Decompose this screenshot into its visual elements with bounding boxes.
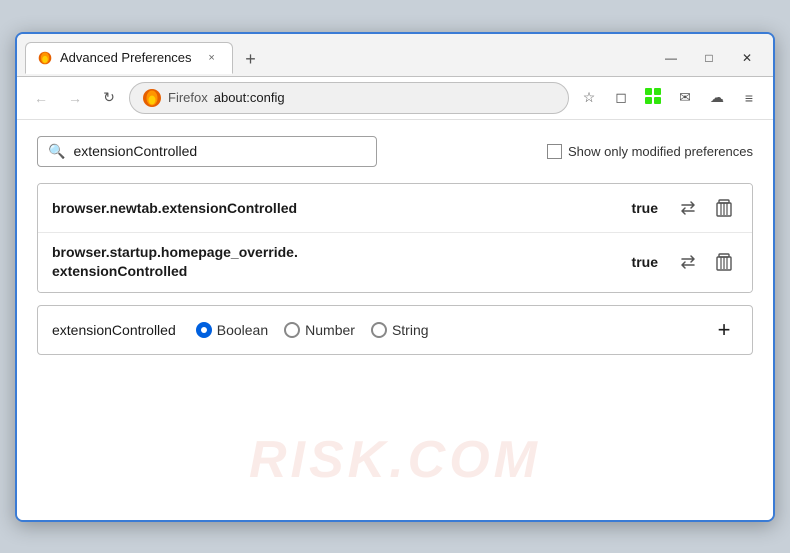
forward-button[interactable]: → — [61, 84, 89, 112]
pref-value-1: true — [632, 200, 658, 216]
number-label: Number — [305, 322, 355, 338]
radio-boolean[interactable]: Boolean — [196, 322, 268, 338]
menu-button[interactable]: ≡ — [735, 84, 763, 112]
title-bar: Advanced Preferences × + — □ ✕ — [17, 34, 773, 76]
window-controls: — □ ✕ — [653, 44, 765, 72]
swap-icon — [679, 199, 697, 217]
pocket-icon: ◻ — [615, 89, 627, 106]
number-radio-circle — [284, 322, 300, 338]
show-modified-checkbox[interactable] — [547, 144, 562, 159]
extension-button[interactable] — [639, 84, 667, 112]
pref-name-2: browser.startup.homepage_override. exten… — [52, 243, 632, 282]
string-label: String — [392, 322, 429, 338]
browser-window: Advanced Preferences × + — □ ✕ ← → ↻ — [15, 32, 775, 522]
back-button[interactable]: ← — [27, 84, 55, 112]
bookmark-icon: ☆ — [583, 89, 596, 106]
tab-strip: Advanced Preferences × + — [25, 42, 653, 74]
radio-number[interactable]: Number — [284, 322, 355, 338]
pocket-button[interactable]: ◻ — [607, 84, 635, 112]
nav-bar: ← → ↻ Firefox about:config ☆ ◻ — [17, 76, 773, 120]
swap-button-1[interactable] — [674, 194, 702, 222]
reload-icon: ↻ — [103, 89, 115, 106]
reload-button[interactable]: ↻ — [95, 84, 123, 112]
watermark: RISK.COM — [249, 430, 541, 490]
maximize-button[interactable]: □ — [691, 44, 727, 72]
add-preference-button[interactable]: + — [710, 316, 738, 344]
delete-icon — [716, 199, 732, 217]
show-modified-label: Show only modified preferences — [547, 144, 753, 159]
profile-icon: ✉ — [679, 89, 691, 106]
search-row: 🔍 Show only modified preferences — [37, 136, 753, 167]
show-modified-text: Show only modified preferences — [568, 144, 753, 159]
tab-title: Advanced Preferences — [60, 50, 192, 65]
table-row: browser.newtab.extensionControlled true — [38, 184, 752, 233]
add-preference-row: extensionControlled Boolean Number Strin… — [37, 305, 753, 355]
tab-favicon-icon — [38, 51, 52, 65]
swap-icon — [679, 253, 697, 271]
url-bar[interactable]: Firefox about:config — [129, 82, 569, 114]
browser-name-label: Firefox — [168, 90, 208, 105]
swap-button-2[interactable] — [674, 248, 702, 276]
back-icon: ← — [34, 90, 48, 106]
results-table: browser.newtab.extensionControlled true — [37, 183, 753, 293]
table-row: browser.startup.homepage_override. exten… — [38, 233, 752, 292]
pref-name-1: browser.newtab.extensionControlled — [52, 200, 632, 216]
url-text: about:config — [214, 90, 285, 105]
bookmark-button[interactable]: ☆ — [575, 84, 603, 112]
delete-icon — [716, 253, 732, 271]
radio-string[interactable]: String — [371, 322, 429, 338]
minimize-button[interactable]: — — [653, 44, 689, 72]
delete-button-1[interactable] — [710, 194, 738, 222]
extension-icon — [644, 87, 662, 108]
pref-value-2: true — [632, 254, 658, 270]
toolbar-icons: ☆ ◻ ✉ ☁ — [575, 84, 763, 112]
hamburger-icon: ≡ — [745, 90, 753, 106]
content-area: 🔍 Show only modified preferences browser… — [17, 120, 773, 520]
row-actions-1 — [674, 194, 738, 222]
new-tab-button[interactable]: + — [237, 46, 265, 74]
account-button[interactable]: ☁ — [703, 84, 731, 112]
type-radio-group: Boolean Number String — [196, 322, 429, 338]
forward-icon: → — [68, 90, 82, 106]
search-icon: 🔍 — [48, 143, 65, 160]
boolean-radio-circle — [196, 322, 212, 338]
active-tab[interactable]: Advanced Preferences × — [25, 42, 233, 74]
new-pref-name: extensionControlled — [52, 322, 176, 338]
account-icon: ☁ — [710, 89, 724, 106]
profile-button[interactable]: ✉ — [671, 84, 699, 112]
close-button[interactable]: ✕ — [729, 44, 765, 72]
string-radio-circle — [371, 322, 387, 338]
tab-close-button[interactable]: × — [204, 50, 220, 66]
boolean-label: Boolean — [217, 322, 268, 338]
delete-button-2[interactable] — [710, 248, 738, 276]
firefox-logo-icon — [142, 88, 162, 108]
row-actions-2 — [674, 248, 738, 276]
search-input[interactable] — [73, 143, 366, 159]
search-box: 🔍 — [37, 136, 377, 167]
